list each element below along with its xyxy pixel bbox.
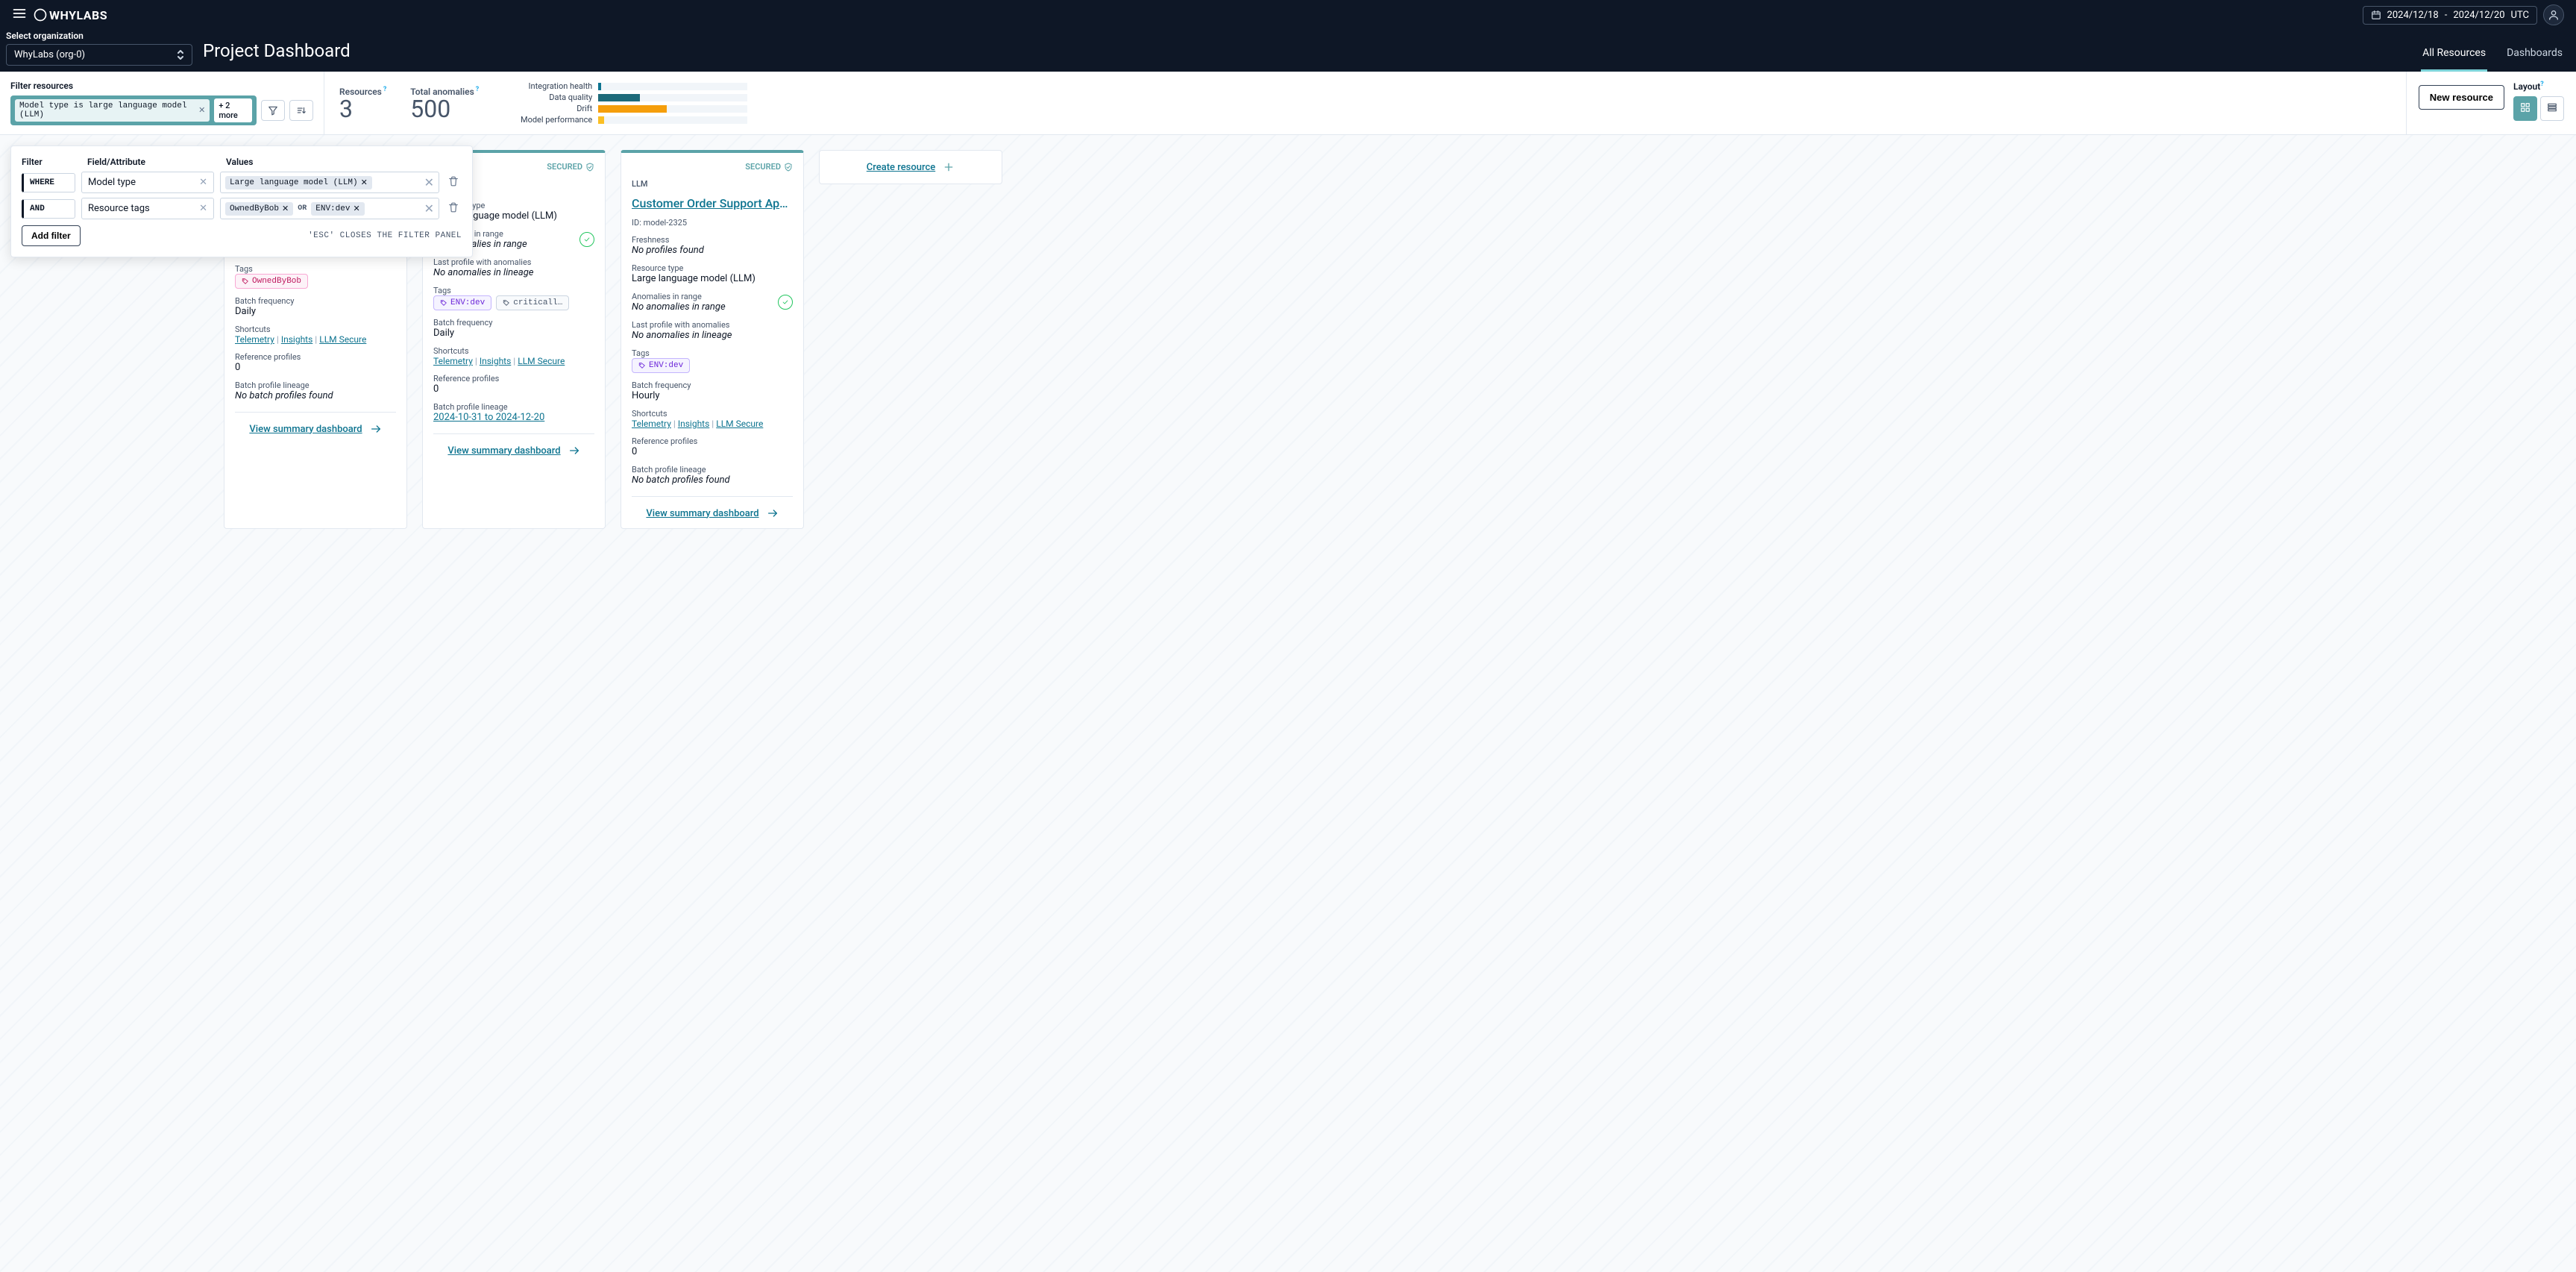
- chevron-updown-icon: [177, 50, 184, 60]
- shortcut-link[interactable]: Telemetry: [433, 356, 473, 366]
- user-avatar[interactable]: [2543, 4, 2564, 25]
- filter-value-chip[interactable]: Large language model (LLM) ✕: [225, 176, 372, 189]
- remove-value-icon[interactable]: ✕: [353, 204, 359, 214]
- resource-id: ID: model-2325: [632, 218, 793, 228]
- shortcut-link[interactable]: Insights: [678, 419, 709, 429]
- shortcut-link[interactable]: Insights: [480, 356, 511, 366]
- resource-card: SECURED LLM Customer Order Support App… ID…: [621, 150, 804, 529]
- layout-grid-button[interactable]: [2513, 96, 2537, 121]
- help-icon[interactable]: ?: [2540, 81, 2543, 88]
- filter-popover: Filter Field/Attribute Values WHERE Mode…: [10, 145, 473, 257]
- nav-tab[interactable]: All Resources: [2421, 40, 2487, 72]
- health-bars: Integration health Data quality Drift Mo…: [503, 81, 747, 125]
- health-label: Model performance: [503, 115, 592, 125]
- clear-field-icon[interactable]: ✕: [199, 203, 207, 214]
- org-label: Select organization: [6, 31, 192, 41]
- resource-tag[interactable]: OwnedByBob: [235, 274, 308, 289]
- filter-chip[interactable]: Model type is large language model (LLM)…: [15, 99, 210, 122]
- secured-badge: SECURED: [632, 162, 793, 172]
- shortcut-link[interactable]: LLM Secure: [518, 356, 565, 366]
- lineage-link[interactable]: 2024-10-31 to 2024-12-20: [433, 412, 544, 423]
- filter-operator[interactable]: WHERE: [22, 173, 75, 192]
- add-filter-button[interactable]: Add filter: [22, 225, 81, 246]
- clear-field-icon[interactable]: ✕: [199, 177, 207, 188]
- filter-field-select[interactable]: Model type✕: [81, 172, 214, 193]
- health-label: Drift: [503, 104, 592, 113]
- filter-toggle-button[interactable]: [261, 100, 285, 121]
- resource-type-badge: LLM: [632, 179, 793, 189]
- remove-value-icon[interactable]: ✕: [282, 204, 289, 214]
- remove-value-icon[interactable]: ✕: [361, 178, 368, 188]
- health-bar: [598, 94, 747, 101]
- popover-filter-header: Filter: [22, 157, 81, 167]
- sort-button[interactable]: [289, 100, 313, 121]
- filter-field-select[interactable]: Resource tags✕: [81, 198, 214, 219]
- clear-values-icon[interactable]: ✕: [424, 201, 434, 216]
- filter-value-chip[interactable]: OwnedByBob ✕: [225, 202, 293, 216]
- delete-filter-row[interactable]: [445, 172, 462, 192]
- clear-values-icon[interactable]: ✕: [424, 175, 434, 189]
- org-select[interactable]: WhyLabs (org-0): [6, 44, 192, 66]
- help-icon[interactable]: ?: [476, 86, 479, 93]
- date-range-picker[interactable]: 2024/12/18 - 2024/12/20 UTC: [2363, 6, 2537, 25]
- nav-tab[interactable]: Dashboards: [2505, 40, 2564, 72]
- view-summary-link[interactable]: View summary dashboard: [235, 423, 396, 435]
- esc-hint: 'ESC' CLOSES THE FILTER PANEL: [308, 231, 462, 240]
- layout-list-button[interactable]: [2540, 96, 2564, 121]
- page-title: Project Dashboard: [203, 40, 351, 72]
- resource-tag[interactable]: ENV:dev: [433, 295, 491, 310]
- delete-filter-row[interactable]: [445, 198, 462, 219]
- timezone: UTC: [2511, 10, 2529, 21]
- health-label: Integration health: [503, 81, 592, 91]
- filter-chip-more[interactable]: + 2 more: [214, 98, 252, 122]
- health-bar: [598, 105, 747, 113]
- shortcut-link[interactable]: Telemetry: [235, 334, 274, 345]
- health-label: Data quality: [503, 93, 592, 102]
- layout-label: Layout?: [2513, 81, 2564, 92]
- filter-operator[interactable]: AND: [22, 199, 75, 219]
- filter-values-input[interactable]: Large language model (LLM) ✕✕: [220, 172, 439, 193]
- hamburger-menu[interactable]: [6, 0, 33, 30]
- popover-field-header: Field/Attribute: [87, 157, 220, 167]
- health-bar: [598, 83, 747, 90]
- resources-count: 3: [339, 97, 386, 121]
- filter-values-input[interactable]: OwnedByBob ✕ORENV:dev ✕✕: [220, 198, 439, 219]
- shortcut-link[interactable]: Insights: [281, 334, 312, 345]
- help-icon[interactable]: ?: [383, 86, 386, 93]
- date-from: 2024/12/18: [2387, 10, 2439, 21]
- filter-resources-label: Filter resources: [10, 81, 313, 91]
- new-resource-button[interactable]: New resource: [2419, 85, 2504, 110]
- remove-chip-icon[interactable]: ✕: [198, 105, 205, 116]
- view-summary-link[interactable]: View summary dashboard: [632, 507, 793, 519]
- anomalies-count: 500: [410, 97, 479, 121]
- health-bar: [598, 116, 747, 124]
- shortcut-link[interactable]: LLM Secure: [716, 419, 763, 429]
- create-resource-card[interactable]: Create resource: [819, 150, 1002, 184]
- shortcut-link[interactable]: Telemetry: [632, 419, 671, 429]
- resource-title[interactable]: Customer Order Support App…: [632, 196, 793, 210]
- brand-logo: WHYLABS: [33, 7, 107, 22]
- filter-value-chip[interactable]: ENV:dev ✕: [311, 202, 364, 216]
- popover-values-header: Values: [226, 157, 462, 167]
- resource-tag[interactable]: ENV:dev: [632, 358, 690, 373]
- status-ok-icon: [579, 232, 594, 247]
- view-summary-link[interactable]: View summary dashboard: [433, 445, 594, 457]
- status-ok-icon: [778, 295, 793, 310]
- shortcut-link[interactable]: LLM Secure: [319, 334, 366, 345]
- date-to: 2024/12/20: [2453, 10, 2504, 21]
- resource-tag[interactable]: criticall…: [496, 295, 569, 310]
- filter-chips-input[interactable]: Model type is large language model (LLM)…: [10, 95, 257, 125]
